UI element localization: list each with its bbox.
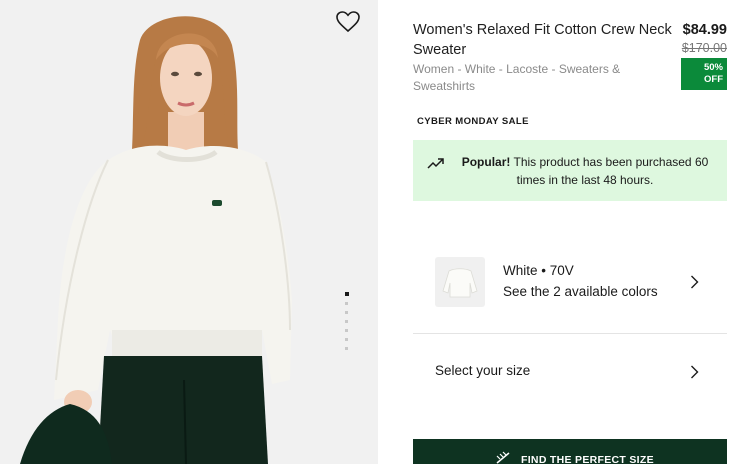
size-selector[interactable]: Select your size <box>413 352 727 390</box>
heart-outline-icon[interactable] <box>336 11 360 33</box>
color-selector[interactable]: White • 70V See the 2 available colors <box>413 252 727 312</box>
discount-badge: 50% OFF <box>681 58 727 90</box>
gallery-dot[interactable] <box>345 329 348 332</box>
gallery-dot[interactable] <box>345 302 348 305</box>
find-perfect-size-label: FIND THE PERFECT SIZE <box>521 454 654 464</box>
chevron-right-icon <box>690 365 699 379</box>
ruler-icon <box>495 451 511 464</box>
chevron-right-icon <box>690 275 699 289</box>
find-perfect-size-button[interactable]: FIND THE PERFECT SIZE <box>413 439 727 464</box>
product-title: Women's Relaxed Fit Cotton Crew Neck Swe… <box>413 22 672 58</box>
product-category-breadcrumb: Women - White - Lacoste - Sweaters & Swe… <box>413 62 621 93</box>
gallery-dot[interactable] <box>345 311 348 314</box>
product-image-panel[interactable] <box>0 0 378 464</box>
popular-banner: Popular! This product has been purchased… <box>413 140 727 201</box>
gallery-dot[interactable] <box>345 338 348 341</box>
sale-price: $84.99 <box>682 22 727 38</box>
gallery-dot[interactable] <box>345 292 349 296</box>
available-colors-link[interactable]: See the 2 available colors <box>503 284 658 299</box>
popular-label: Popular! <box>461 155 511 169</box>
product-photo <box>0 0 378 464</box>
sale-tag: CYBER MONDAY SALE <box>417 116 529 127</box>
gallery-dot[interactable] <box>345 347 348 350</box>
divider <box>413 333 727 334</box>
discount-percent: 50% <box>703 62 723 73</box>
product-info-panel: Women's Relaxed Fit Cotton Crew Neck Swe… <box>413 0 727 464</box>
color-name: White • 70V <box>503 263 574 278</box>
popular-text: This product has been purchased 60 times… <box>510 155 709 187</box>
size-label: Select your size <box>435 363 531 378</box>
trending-up-icon <box>427 156 445 169</box>
discount-off: OFF <box>704 74 723 85</box>
gallery-pagination <box>345 292 350 356</box>
gallery-dot[interactable] <box>345 320 348 323</box>
color-thumbnail <box>435 257 485 307</box>
original-price: $170.00 <box>681 41 727 55</box>
